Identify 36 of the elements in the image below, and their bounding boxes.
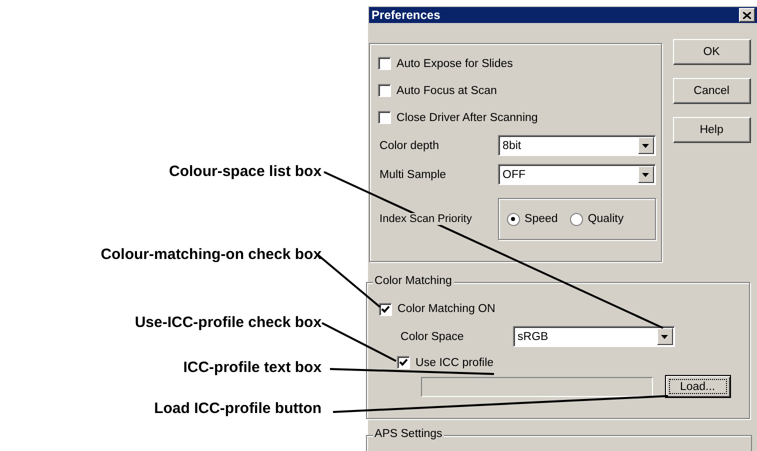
radio-label: Quality <box>588 213 624 225</box>
dialog-button[interactable]: OK <box>672 39 751 65</box>
checkbox-label: Close Driver After Scanning <box>396 112 538 124</box>
callout-label: Colour-space list box <box>169 163 322 181</box>
close-button[interactable] <box>739 8 755 22</box>
radio-button[interactable] <box>506 212 520 226</box>
load-button[interactable]: Load... <box>664 375 731 398</box>
radio-button[interactable] <box>570 212 583 226</box>
callout-label: Use-ICC-profile check box <box>134 314 322 332</box>
group-title: Color Matching <box>372 275 454 287</box>
checkbox-label: Use ICC profile <box>416 356 494 368</box>
checkbox-label: Auto Focus at Scan <box>396 84 497 96</box>
window-title: Preferences <box>372 8 440 22</box>
dropdown[interactable]: 8bit <box>498 135 656 156</box>
field-label: Index Scan Priority <box>380 213 472 225</box>
callout-label: ICC-profile text box <box>183 359 322 377</box>
checkbox[interactable] <box>378 111 391 124</box>
input-field[interactable] <box>420 376 653 396</box>
checkbox[interactable] <box>378 302 392 316</box>
callout-label: Load ICC-profile button <box>154 400 322 418</box>
callout-label: Colour-matching-on check box <box>100 246 322 264</box>
dialog-button[interactable]: Help <box>672 117 751 143</box>
dialog-button[interactable]: Cancel <box>672 78 751 104</box>
checkbox-label: Color Matching ON <box>398 303 496 315</box>
close-icon <box>743 12 751 18</box>
group-title: APS Settings <box>372 428 444 440</box>
radio-label: Speed <box>524 213 558 225</box>
dropdown[interactable]: OFF <box>498 164 656 185</box>
dropdown[interactable]: sRGB <box>512 326 675 347</box>
field-label: Color Space <box>400 330 465 342</box>
checkbox[interactable] <box>396 356 410 369</box>
field-label: Color depth <box>378 140 440 152</box>
checkbox[interactable] <box>378 84 391 97</box>
checkbox[interactable] <box>378 57 391 70</box>
checkbox-label: Auto Expose for Slides <box>396 58 513 70</box>
field-label: Multi Sample <box>378 168 448 180</box>
